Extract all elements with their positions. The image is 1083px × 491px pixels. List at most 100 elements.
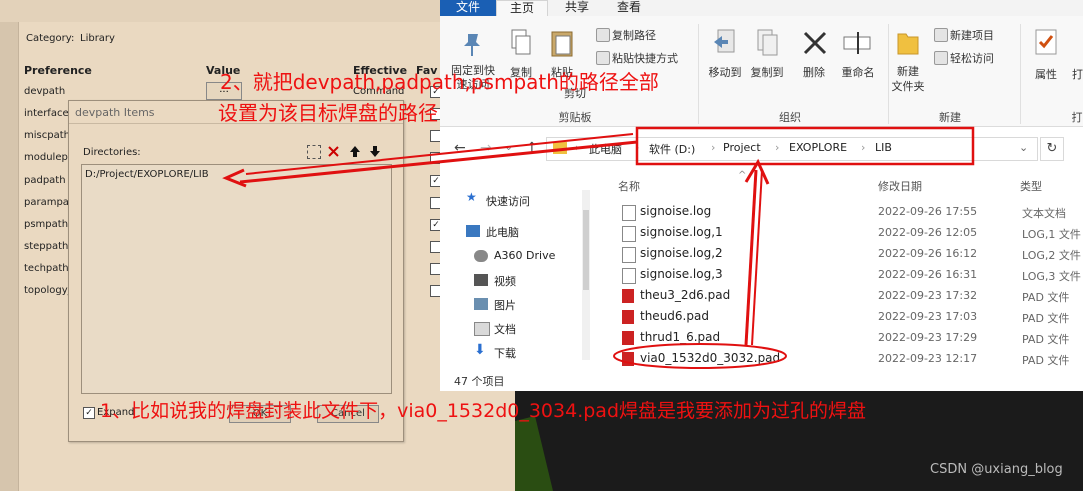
paste-shortcut-button[interactable]: 粘贴快捷方式: [612, 50, 678, 66]
pref-row-techpath[interactable]: techpath: [24, 263, 69, 274]
pref-row-topology[interactable]: topology_: [24, 285, 73, 296]
pref-row-padpath[interactable]: padpath: [24, 175, 66, 186]
document-icon: [474, 322, 490, 336]
pad-file-icon: [622, 310, 634, 324]
chevron-down-icon[interactable]: ⌄: [504, 140, 513, 153]
new-entry-icon[interactable]: [307, 145, 321, 159]
breadcrumb-exoplore[interactable]: EXOPLORE: [789, 141, 847, 154]
file-date: 2022-09-26 12:05: [878, 226, 978, 239]
category-label: Category:: [26, 33, 75, 44]
column-header-type[interactable]: 类型: [1020, 178, 1042, 194]
copy-path-icon: [596, 28, 610, 42]
pref-row-steppath[interactable]: steppath: [24, 241, 68, 252]
file-icon: [622, 247, 636, 263]
text-file-icon: [622, 205, 636, 221]
back-arrow-icon[interactable]: ←: [454, 140, 466, 156]
nav-item-pictures[interactable]: 图片: [494, 297, 516, 313]
pref-row-modulepath[interactable]: modulepa: [24, 152, 74, 163]
file-type: LOG,1 文件: [1022, 228, 1081, 241]
tab-home[interactable]: 主页: [496, 0, 548, 17]
move-up-icon[interactable]: [349, 145, 361, 158]
file-row[interactable]: signoise.log,1 2022-09-26 12:05 LOG,1 文件: [600, 223, 1083, 244]
group-new-label: 新建: [939, 111, 961, 124]
file-row[interactable]: theud6.pad 2022-09-23 17:03 PAD 文件: [600, 307, 1083, 328]
file-type: PAD 文件: [1022, 291, 1070, 304]
cloud-icon: [474, 250, 488, 262]
nav-scrollbar[interactable]: [582, 190, 590, 360]
copy-to-button[interactable]: 复制到: [744, 64, 790, 80]
file-row[interactable]: theu3_2d6.pad 2022-09-23 17:32 PAD 文件: [600, 286, 1083, 307]
easy-access-button[interactable]: 轻松访问: [950, 50, 994, 66]
breadcrumb-this-pc[interactable]: 此电脑: [589, 141, 622, 157]
file-date: 2022-09-26 16:31: [878, 268, 978, 281]
pad-file-icon: [622, 331, 634, 345]
file-explorer-window: 文件 主页 共享 查看 固定到快 速访问 复制 粘贴 复制路径 粘贴快捷方式 剪…: [440, 0, 1083, 391]
nav-item-quick-access[interactable]: 快速访问: [486, 193, 530, 209]
file-name: signoise.log,3: [640, 267, 723, 281]
file-date: 2022-09-26 17:55: [878, 205, 978, 218]
copy-icon: [511, 29, 531, 55]
file-icon: [622, 226, 636, 242]
file-row[interactable]: signoise.log 2022-09-26 17:55 文本文档: [600, 202, 1083, 223]
pad-file-icon: [622, 289, 634, 303]
copy-path-button[interactable]: 复制路径: [612, 27, 656, 43]
nav-item-documents[interactable]: 文档: [494, 321, 516, 337]
file-name: theud6.pad: [640, 309, 709, 323]
annotation-step2-line2: 设置为该目标焊盘的路径: [218, 101, 438, 125]
breadcrumb-separator: ›: [775, 141, 780, 154]
move-to-button[interactable]: 移动到: [702, 64, 748, 80]
refresh-icon[interactable]: ↻: [1040, 137, 1064, 161]
breadcrumb-separator: ›: [575, 141, 580, 154]
video-icon: [474, 274, 488, 286]
tab-view[interactable]: 查看: [604, 0, 654, 16]
breadcrumb-lib[interactable]: LIB: [875, 141, 892, 154]
properties-icon: [1035, 29, 1057, 55]
move-down-icon[interactable]: [369, 145, 381, 158]
nav-item-a360-drive[interactable]: A360 Drive: [494, 249, 555, 262]
open-button[interactable]: 打: [1072, 66, 1083, 82]
pref-row-devpath[interactable]: devpath: [24, 86, 65, 97]
delete-button[interactable]: 删除: [796, 64, 832, 80]
file-row[interactable]: via0_1532d0_3032.pad 2022-09-23 12:17 PA…: [600, 349, 1083, 370]
tab-file[interactable]: 文件: [440, 0, 496, 16]
pref-row-miscpath[interactable]: miscpath: [24, 130, 70, 141]
file-row[interactable]: thrud1_6.pad 2022-09-23 17:29 PAD 文件: [600, 328, 1083, 349]
paste-icon: [551, 31, 573, 57]
expand-checkbox[interactable]: ✓: [83, 407, 95, 419]
ribbon-separator: [698, 24, 699, 124]
file-name: signoise.log: [640, 204, 712, 218]
directory-item[interactable]: D:/Project/EXOPLORE/LIB: [85, 169, 209, 180]
pref-row-parampath[interactable]: parampat: [24, 197, 73, 208]
devpath-items-dialog: devpath Items Directories: D:/Project/EX…: [68, 100, 404, 442]
nav-item-videos[interactable]: 视频: [494, 273, 516, 289]
easy-access-icon: [934, 51, 948, 65]
column-header-name[interactable]: 名称: [618, 178, 640, 194]
up-arrow-icon[interactable]: ↑: [526, 140, 538, 156]
nav-item-downloads[interactable]: 下载: [494, 345, 516, 361]
tab-share[interactable]: 共享: [552, 0, 602, 16]
column-header-date[interactable]: 修改日期: [878, 178, 922, 194]
ribbon-tabs: 文件 主页 共享 查看: [440, 0, 1083, 17]
nav-item-this-pc[interactable]: 此电脑: [486, 224, 519, 240]
forward-arrow-icon[interactable]: →: [480, 140, 492, 156]
new-item-button[interactable]: 新建项目: [950, 27, 994, 43]
directories-list[interactable]: D:/Project/EXOPLORE/LIB: [81, 164, 392, 394]
file-row[interactable]: signoise.log,3 2022-09-26 16:31 LOG,3 文件: [600, 265, 1083, 286]
address-input[interactable]: › 此电脑 › 软件 (D:) › Project › EXOPLORE › L…: [546, 137, 1038, 161]
properties-button[interactable]: 属性: [1028, 66, 1064, 82]
file-type: LOG,3 文件: [1022, 270, 1081, 283]
pref-row-psmpath[interactable]: psmpath: [24, 219, 68, 230]
delete-entry-icon[interactable]: [327, 145, 340, 158]
rename-icon: [843, 32, 871, 54]
new-folder-button[interactable]: 新建 文件夹: [886, 64, 930, 94]
navigation-pane: ★ 快速访问 此电脑 A360 Drive 视频 图片 文档 ⬇ 下载: [440, 172, 590, 367]
nav-scrollbar-thumb[interactable]: [583, 210, 589, 290]
file-row[interactable]: signoise.log,2 2022-09-26 16:12 LOG,2 文件: [600, 244, 1083, 265]
breadcrumb-project[interactable]: Project: [723, 141, 761, 154]
new-item-icon: [934, 28, 948, 42]
breadcrumb-drive[interactable]: 软件 (D:): [649, 141, 695, 157]
item-count: 47 个项目: [454, 375, 505, 388]
chevron-down-icon[interactable]: ⌄: [1019, 141, 1028, 154]
file-name: theu3_2d6.pad: [640, 288, 731, 302]
rename-button[interactable]: 重命名: [834, 64, 882, 80]
